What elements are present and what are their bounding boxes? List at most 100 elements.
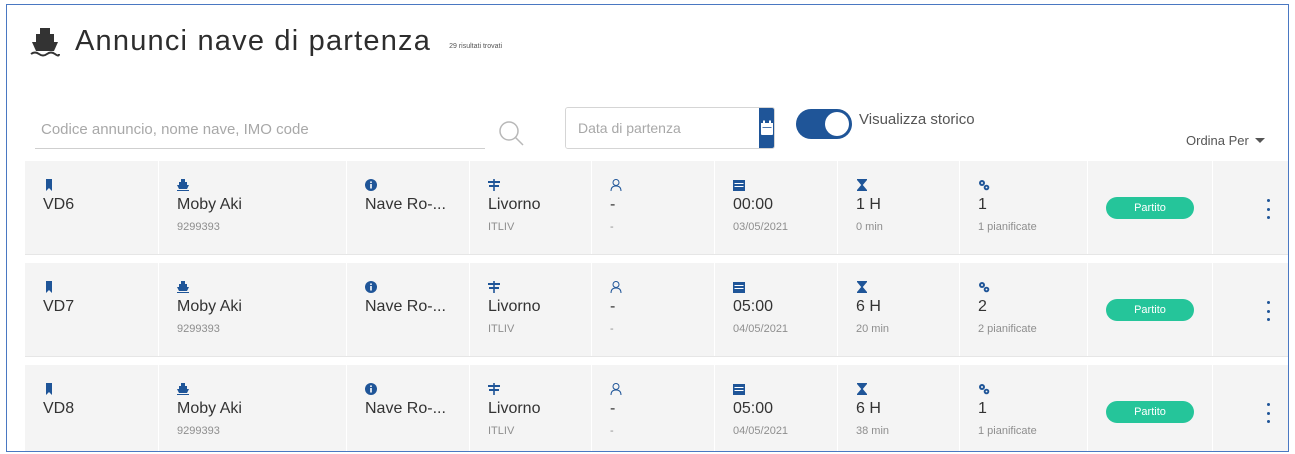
duration-hours: 6 H	[856, 400, 881, 417]
agent-name: -	[610, 400, 616, 417]
signpost-icon	[488, 383, 500, 395]
cell-duration: 1 H 0 min	[838, 161, 960, 254]
operations-planned: 2 pianificate	[978, 323, 1037, 335]
row-menu-icon[interactable]	[1265, 199, 1271, 219]
page-frame: Annunci nave di partenza 29 risultati tr…	[6, 4, 1289, 452]
hourglass-icon	[857, 281, 867, 293]
hourglass-icon	[857, 383, 867, 395]
page-title: Annunci nave di partenza	[75, 25, 432, 57]
status-badge: Partito	[1106, 197, 1194, 219]
cell-ship: Moby Aki 9299393	[159, 263, 347, 356]
departure-date: 04/05/2021	[733, 425, 789, 437]
cell-operations: 2 2 pianificate	[960, 263, 1088, 356]
agent-sub: -	[610, 221, 614, 233]
signpost-icon	[488, 281, 500, 293]
departure-time: 05:00	[733, 400, 774, 417]
row-menu-icon[interactable]	[1265, 403, 1271, 423]
operations-planned: 1 pianificate	[978, 221, 1037, 233]
cell-ship-type: Nave Ro-...	[347, 365, 470, 451]
announcement-code: VD6	[43, 196, 75, 213]
search-input[interactable]	[35, 111, 485, 148]
port-code: ITLIV	[488, 221, 515, 233]
cell-code: VD7	[25, 263, 159, 356]
duration-minutes: 20 min	[856, 323, 890, 335]
chevron-down-icon	[1254, 138, 1265, 143]
cell-port: Livorno ITLIV	[470, 365, 592, 451]
ship-type: Nave Ro-...	[365, 196, 446, 213]
ship-type: Nave Ro-...	[365, 400, 446, 417]
sort-label: Ordina Per	[1186, 133, 1249, 148]
ship-icon	[177, 281, 189, 293]
toggle-knob	[825, 112, 849, 136]
user-icon	[610, 179, 622, 191]
port-code: ITLIV	[488, 425, 515, 437]
cell-agent: - -	[592, 161, 715, 254]
hourglass-icon	[857, 179, 867, 191]
departure-date: 03/05/2021	[733, 221, 789, 233]
ship-icon	[177, 383, 189, 395]
user-icon	[610, 281, 622, 293]
cell-agent: - -	[592, 263, 715, 356]
ship-name: Moby Aki	[177, 298, 242, 315]
cell-actions	[1213, 365, 1288, 451]
table-row[interactable]: VD8 Moby Aki 9299393 Nave Ro-... Livorno…	[25, 365, 1288, 451]
calendar-icon	[733, 282, 745, 293]
cell-operations: 1 1 pianificate	[960, 365, 1088, 451]
cell-code: VD8	[25, 365, 159, 451]
cell-actions	[1213, 263, 1288, 356]
cell-ship: Moby Aki 9299393	[159, 365, 347, 451]
cell-duration: 6 H 38 min	[838, 365, 960, 451]
calendar-icon	[733, 180, 745, 191]
history-toggle[interactable]	[796, 109, 852, 139]
departure-date-field[interactable]	[565, 107, 775, 149]
cell-departure: 00:00 03/05/2021	[715, 161, 838, 254]
cell-ship: Moby Aki 9299393	[159, 161, 347, 254]
departure-time: 05:00	[733, 298, 774, 315]
info-icon	[365, 281, 377, 293]
departure-date: 04/05/2021	[733, 323, 789, 335]
port-code: ITLIV	[488, 323, 515, 335]
sort-dropdown[interactable]: Ordina Per	[1186, 133, 1265, 148]
port-name: Livorno	[488, 400, 541, 417]
cell-departure: 05:00 04/05/2021	[715, 365, 838, 451]
bookmark-icon	[46, 383, 52, 395]
cell-actions	[1213, 161, 1288, 254]
operations-planned: 1 pianificate	[978, 425, 1037, 437]
agent-name: -	[610, 196, 616, 213]
imo-code: 9299393	[177, 221, 220, 233]
port-name: Livorno	[488, 196, 541, 213]
table-row[interactable]: VD6 Moby Aki 9299393 Nave Ro-... Livorno…	[25, 161, 1288, 255]
search-field[interactable]	[35, 111, 485, 149]
ship-icon	[30, 27, 60, 56]
cell-status: Partito	[1088, 161, 1213, 254]
agent-sub: -	[610, 323, 614, 335]
agent-sub: -	[610, 425, 614, 437]
search-icon[interactable]	[497, 119, 525, 147]
signpost-icon	[488, 179, 500, 191]
info-icon	[365, 383, 377, 395]
cogs-icon	[979, 282, 990, 293]
cell-ship-type: Nave Ro-...	[347, 263, 470, 356]
status-badge: Partito	[1106, 299, 1194, 321]
cell-status: Partito	[1088, 365, 1213, 451]
operations-count: 1	[978, 196, 987, 213]
agent-name: -	[610, 298, 616, 315]
imo-code: 9299393	[177, 323, 220, 335]
cell-code: VD6	[25, 161, 159, 254]
cell-duration: 6 H 20 min	[838, 263, 960, 356]
cell-ship-type: Nave Ro-...	[347, 161, 470, 254]
cogs-icon	[979, 180, 990, 191]
announcement-code: VD7	[43, 298, 75, 315]
row-menu-icon[interactable]	[1265, 301, 1271, 321]
duration-hours: 6 H	[856, 298, 881, 315]
departure-date-input[interactable]	[566, 108, 759, 148]
port-name: Livorno	[488, 298, 541, 315]
info-icon	[365, 179, 377, 191]
calendar-button[interactable]	[759, 108, 774, 148]
user-icon	[610, 383, 622, 395]
ship-name: Moby Aki	[177, 400, 242, 417]
bookmark-icon	[46, 179, 52, 191]
results-count: 29 risultati trovati	[449, 43, 503, 50]
table-row[interactable]: VD7 Moby Aki 9299393 Nave Ro-... Livorno…	[25, 263, 1288, 357]
duration-minutes: 0 min	[856, 221, 883, 233]
